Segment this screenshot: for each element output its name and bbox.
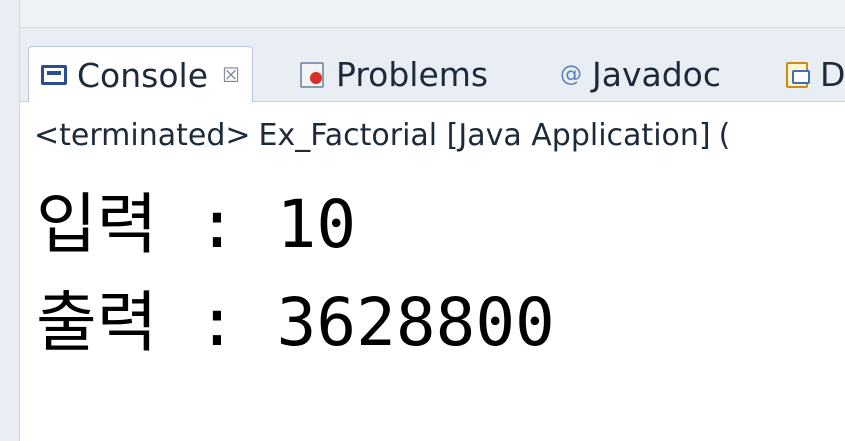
tab-javadoc[interactable]: @ Javadoc [560,46,721,102]
view-tab-bar: Console ☒ Problems @ Javadoc D [20,28,845,103]
tab-javadoc-label: Javadoc [592,54,721,94]
launch-trailing: ( [718,117,731,153]
tab-problems-label: Problems [336,54,489,94]
close-icon[interactable]: ☒ [222,63,240,87]
tab-declaration-label: D [820,54,845,94]
at-icon: @ [560,61,582,87]
terminated-label: <terminated> [34,117,251,153]
console-icon [41,65,67,85]
tab-console-label: Console [77,55,209,95]
window-top-frame [0,0,845,28]
window-left-frame [0,0,20,441]
declaration-icon [784,60,810,88]
problems-icon [298,60,326,88]
tab-console[interactable]: Console ☒ [28,46,253,103]
tab-declaration[interactable]: D [784,46,845,102]
console-status-line: <terminated> Ex_Factorial [Java Applicat… [20,102,845,168]
console-output[interactable]: 입력 : 10 출력 : 3628800 [36,176,836,372]
console-line-input: 입력 : 10 [36,186,357,263]
console-line-output: 출력 : 3628800 [36,284,555,361]
launch-name: Ex_Factorial [Java Application] [258,117,711,153]
tab-problems[interactable]: Problems [298,46,488,102]
